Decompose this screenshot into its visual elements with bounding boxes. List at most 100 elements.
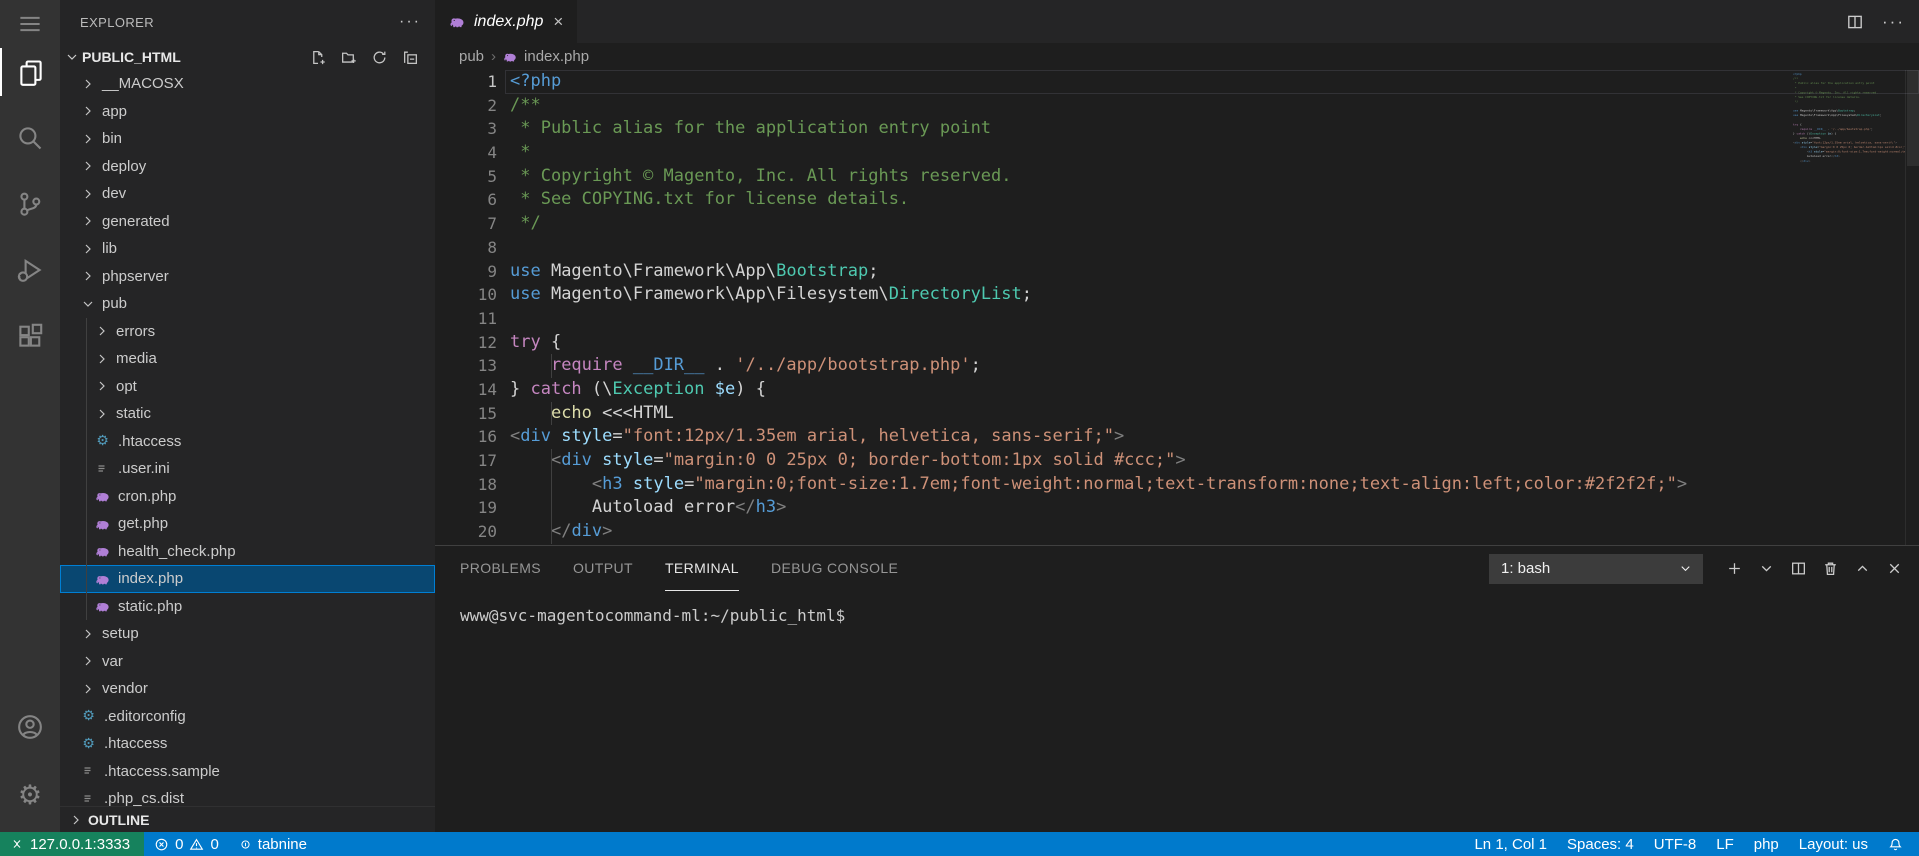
new-file-icon[interactable] [309,49,326,66]
explorer-more-actions-icon[interactable]: ··· [399,13,421,31]
tree-item-phpserver[interactable]: phpserver [60,263,435,291]
terminal-shell-select[interactable]: 1: bash [1489,554,1703,584]
code-line-13[interactable]: 13 require __DIR__ . '/../app/bootstrap.… [435,354,1919,378]
split-terminal-icon[interactable] [1790,560,1807,577]
panel-tab-terminal[interactable]: TERMINAL [665,546,739,591]
code-editor[interactable]: 1<?php2/**3 * Public alias for the appli… [435,70,1919,545]
explorer-icon[interactable] [0,48,60,96]
code-line-18[interactable]: 18 <h3 style="margin:0;font-size:1.7em;f… [435,473,1919,497]
new-terminal-icon[interactable] [1726,560,1743,577]
tree-item-health-check-php[interactable]: health_check.php [60,538,435,566]
status-keyboard-layout[interactable]: Layout: us [1789,832,1878,856]
breadcrumb-item-pub[interactable]: pub [459,48,484,65]
maximize-panel-icon[interactable] [1854,560,1871,577]
tab-index-php[interactable]: index.php × [435,0,577,43]
tree-item-pub[interactable]: pub [60,290,435,318]
refresh-explorer-icon[interactable] [371,49,388,66]
code-line-12[interactable]: 12try { [435,331,1919,355]
tree-item-user-ini[interactable]: .user.ini [60,455,435,483]
tree-item-htaccess[interactable]: ⚙.htaccess [60,428,435,456]
tree-item-var[interactable]: var [60,648,435,676]
minimap[interactable]: <?php/** * Public alias for the applicat… [1793,72,1905,222]
tree-item-app[interactable]: app [60,98,435,126]
code-line-15[interactable]: 15 echo <<<HTML [435,402,1919,426]
more-actions-icon[interactable]: ··· [1882,12,1905,32]
gear-file-icon: ⚙ [80,737,97,751]
outline-section-header[interactable]: OUTLINE [60,806,435,832]
status-language-mode[interactable]: php [1744,832,1789,856]
split-editor-icon[interactable] [1846,13,1864,31]
code-line-1[interactable]: 1<?php [435,70,1919,94]
code-line-8[interactable]: 8 [435,236,1919,260]
port-forward-status[interactable]: 127.0.0.1:3333 [0,832,144,856]
problems-status[interactable]: 0 0 [144,832,229,856]
new-folder-icon[interactable] [340,49,357,66]
kill-terminal-icon[interactable] [1822,560,1839,577]
code-line-2[interactable]: 2/** [435,94,1919,118]
notifications-status[interactable] [1878,832,1919,856]
status-indentation[interactable]: Spaces: 4 [1557,832,1644,856]
tree-item-bin[interactable]: bin [60,125,435,153]
editor-scrollbar[interactable] [1905,70,1919,545]
menu-icon[interactable] [0,0,60,48]
code-line-7[interactable]: 7 */ [435,212,1919,236]
line-number: 8 [435,236,497,260]
code-line-3[interactable]: 3 * Public alias for the application ent… [435,117,1919,141]
code-line-14[interactable]: 14} catch (\Exception $e) { [435,378,1919,402]
code-line-4[interactable]: 4 * [435,141,1919,165]
panel-tab-debug-console[interactable]: DEBUG CONSOLE [771,546,898,591]
tree-item-static[interactable]: static [60,400,435,428]
tree-item-deploy[interactable]: deploy [60,153,435,181]
tree-item-label: cron.php [118,488,176,505]
close-panel-icon[interactable] [1886,560,1903,577]
source-control-icon[interactable] [0,180,60,228]
code-line-16[interactable]: 16<div style="font:12px/1.35em arial, he… [435,425,1919,449]
code-line-6[interactable]: 6 * See COPYING.txt for license details. [435,188,1919,212]
tree-item-index-php[interactable]: index.php [60,565,435,593]
tree-item-php-cs-dist[interactable]: .php_cs.dist [60,785,435,806]
status-cursor-position[interactable]: Ln 1, Col 1 [1464,832,1557,856]
breadcrumb-item-index-php[interactable]: index.php [503,48,589,65]
settings-gear-icon[interactable]: ⚙ [0,771,60,819]
code-line-11[interactable]: 11 [435,307,1919,331]
code-line-9[interactable]: 9use Magento\Framework\App\Bootstrap; [435,260,1919,284]
extensions-icon[interactable] [0,312,60,360]
tree-item-get-php[interactable]: get.php [60,510,435,538]
status-eol[interactable]: LF [1706,832,1744,856]
tabnine-status[interactable]: tabnine [229,832,317,856]
panel-tab-problems[interactable]: PROBLEMS [460,546,541,591]
tree-item-cron-php[interactable]: cron.php [60,483,435,511]
terminal-dropdown-icon[interactable] [1758,560,1775,577]
tree-item-dev[interactable]: dev [60,180,435,208]
tree-item-media[interactable]: media [60,345,435,373]
folder-section-header[interactable]: PUBLIC_HTML [60,44,435,70]
tree-item-generated[interactable]: generated [60,208,435,236]
tree-item-vendor[interactable]: vendor [60,675,435,703]
terminal-prompt: www@svc-magentocommand-ml:~/public_html$ [460,606,845,625]
tree-item-lib[interactable]: lib [60,235,435,263]
code-line-20[interactable]: 20 </div> [435,520,1919,544]
tree-item-htaccess[interactable]: ⚙.htaccess [60,730,435,758]
search-icon[interactable] [0,114,60,162]
tree-item-static-php[interactable]: static.php [60,593,435,621]
tree-item-macosx[interactable]: __MACOSX [60,70,435,98]
close-tab-icon[interactable]: × [551,12,565,31]
status-encoding[interactable]: UTF-8 [1644,832,1707,856]
code-line-17[interactable]: 17 <div style="margin:0 0 25px 0; border… [435,449,1919,473]
tree-item-htaccess-sample[interactable]: .htaccess.sample [60,758,435,786]
code-line-5[interactable]: 5 * Copyright © Magento, Inc. All rights… [435,165,1919,189]
account-icon[interactable] [0,703,60,751]
tree-item-opt[interactable]: opt [60,373,435,401]
code-line-19[interactable]: 19 Autoload error</h3> [435,496,1919,520]
collapse-folders-icon[interactable] [402,49,419,66]
tree-item-editorconfig[interactable]: ⚙.editorconfig [60,703,435,731]
run-debug-icon[interactable] [0,246,60,294]
panel-tab-output[interactable]: OUTPUT [573,546,633,591]
chevron-right-icon [80,186,96,202]
tree-item-errors[interactable]: errors [60,318,435,346]
chevron-right-icon [80,653,96,669]
chevron-right-icon [80,76,96,92]
terminal[interactable]: www@svc-magentocommand-ml:~/public_html$ [435,591,1919,831]
tree-item-setup[interactable]: setup [60,620,435,648]
code-line-10[interactable]: 10use Magento\Framework\App\Filesystem\D… [435,283,1919,307]
